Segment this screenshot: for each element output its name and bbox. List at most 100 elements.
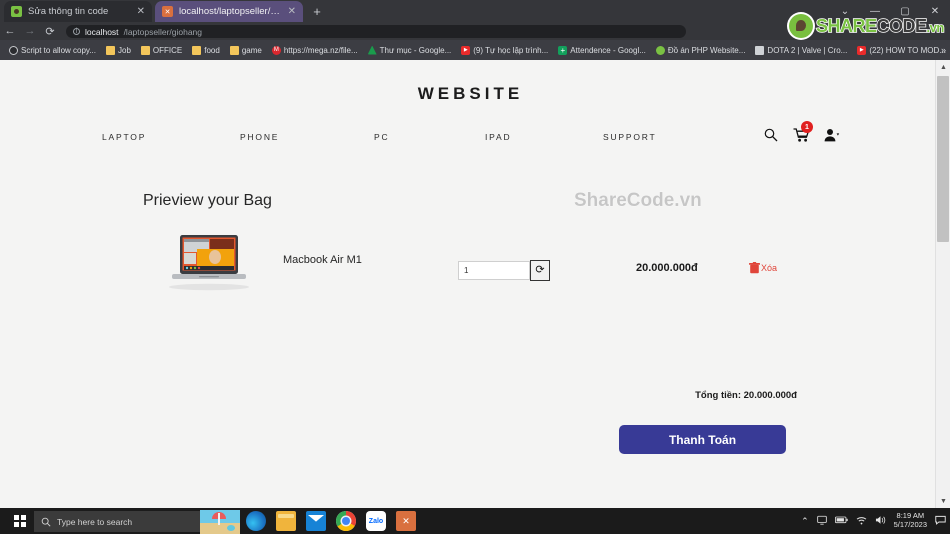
new-tab-button[interactable]: + [308,3,326,20]
page-scrollbar[interactable]: ▲ ▼ [935,60,950,508]
windows-start-icon[interactable] [4,508,36,534]
back-icon[interactable]: ← [0,25,20,37]
notifications-icon[interactable] [935,515,946,527]
windows-taskbar: Type here to search Zalo ✕ ⌃ 8:19 AM 5/1… [0,508,950,534]
volume-icon[interactable] [875,515,886,527]
bookmark-label: DOTA 2 | Valve | Cro... [767,45,848,55]
tab-title: localhost/laptopseller/giohang [179,6,282,17]
site-info-icon[interactable]: i [73,28,80,35]
browser-tab-1[interactable]: Sửa thông tin code ✕ [4,1,152,22]
taskbar-search-box[interactable]: Type here to search [34,511,208,532]
update-quantity-button[interactable]: ⟳ [530,260,550,281]
bookmark-item[interactable]: Attendence - Googl... [553,40,651,60]
xampp-icon[interactable]: ✕ [396,511,416,531]
taskbar-clock[interactable]: 8:19 AM 5/17/2023 [894,512,927,529]
bookmark-label: (9) Tự học lập trình... [473,45,549,55]
cart-item-row: Macbook Air M1 ⟳ 20.000.000đ Xóa [6,232,935,342]
address-bar[interactable]: i localhost/laptopseller/giohang [66,25,686,38]
bag-heading: Prieview your Bag [143,192,272,209]
zalo-icon[interactable]: Zalo [366,511,386,531]
sheets-icon [558,45,568,55]
browser-tab-2[interactable]: localhost/laptopseller/giohang ✕ [155,1,303,22]
bookmark-item[interactable]: game [225,40,267,60]
wifi-icon[interactable] [856,516,867,527]
folder-icon [229,45,239,55]
nav-item-support[interactable]: SUPPORT [603,132,657,142]
bookmark-item[interactable]: (9) Tự học lập trình... [456,40,553,60]
checkout-button[interactable]: Thanh Toán [619,425,786,454]
page-viewport: WEBSITE LAPTOP PHONE PC IPAD SUPPORT 1 S… [0,60,950,508]
nav-item-pc[interactable]: PC [374,132,389,142]
chrome-icon[interactable] [336,511,356,531]
quantity-input[interactable] [458,261,530,280]
bookmark-item[interactable]: food [187,40,225,60]
bookmark-label: Job [118,45,131,55]
scrollbar-thumb[interactable] [937,76,949,242]
bookmark-label: https://mega.nz/file... [283,45,358,55]
reload-icon[interactable]: ⟳ [40,25,60,38]
nav-item-ipad[interactable]: IPAD [485,132,511,142]
folder-icon [192,45,202,55]
logo-text-vn: .vn [926,19,945,36]
bookmark-label: game [241,45,262,55]
bookmark-label: OFFICE [152,45,183,55]
file-explorer-icon[interactable] [276,511,296,531]
sharecode-swirl-icon [789,14,813,38]
nav-item-phone[interactable]: PHONE [240,132,279,142]
quantity-control: ⟳ [458,260,550,281]
bookmark-item[interactable]: (22) HOW TO MOD... [852,40,950,60]
weather-widget[interactable] [200,510,240,534]
bookmark-label: Attendence - Googl... [570,45,646,55]
bookmark-item[interactable]: DOTA 2 | Valve | Cro... [750,40,852,60]
youtube-icon [857,45,867,55]
battery-icon[interactable] [834,516,848,526]
item-price: 20.000.000đ [636,262,698,274]
bookmark-item[interactable]: OFFICE [136,40,187,60]
folder-icon [140,45,150,55]
youtube-icon [461,45,471,55]
nav-item-laptop[interactable]: LAPTOP [102,132,146,142]
url-path: /laptopseller/giohang [123,26,203,37]
bookmark-item[interactable]: Đồ án PHP Website... [651,40,751,60]
trash-icon [749,262,760,274]
web-page: WEBSITE LAPTOP PHONE PC IPAD SUPPORT 1 S… [6,60,935,508]
bookmark-label: (22) HOW TO MOD... [869,45,946,55]
chevron-up-icon[interactable]: ⌃ [801,516,809,527]
bookmark-item[interactable]: https://mega.nz/file... [267,40,363,60]
logo-text-code: CODE [876,15,928,37]
product-image[interactable] [163,232,255,294]
bookmark-item[interactable]: Script to allow copy... [4,40,101,60]
forward-icon[interactable]: → [20,25,40,37]
taskbar-search-placeholder: Type here to search [57,516,133,527]
site-navigation: LAPTOP PHONE PC IPAD SUPPORT 1 [6,121,935,152]
edge-icon[interactable] [246,511,266,531]
bookmark-item[interactable]: Thư mục - Google... [363,40,457,60]
close-icon[interactable]: ✕ [137,6,145,17]
bookmark-item[interactable]: Job [101,40,136,60]
page-title: WEBSITE [417,84,524,103]
app-favicon [162,6,173,17]
user-icon[interactable] [823,127,840,143]
scroll-up-arrow[interactable]: ▲ [936,60,950,74]
scroll-down-arrow[interactable]: ▼ [936,494,950,508]
close-icon[interactable]: ✕ [288,6,296,17]
clock-date: 5/17/2023 [893,520,927,529]
search-icon[interactable] [763,127,779,143]
remove-item-button[interactable]: Xóa [749,262,777,274]
bookmark-label: Script to allow copy... [21,45,96,55]
umbrella-pole [218,513,220,525]
bookmarks-overflow-button[interactable]: » [941,45,946,55]
product-name: Macbook Air M1 [283,254,362,266]
mail-icon[interactable] [306,511,326,531]
remove-item-label: Xóa [761,263,778,273]
display-icon[interactable] [816,515,827,527]
bookmark-label: Thư mục - Google... [379,45,452,55]
cart-icon[interactable]: 1 [793,121,813,143]
folder-icon [106,45,115,55]
browser-chrome: Sửa thông tin code ✕ localhost/laptopsel… [0,0,950,60]
tab-title: Sửa thông tin code [28,6,109,17]
dota-icon [755,45,765,55]
cart-total: Tổng tiền: 20.000.000đ [695,390,797,401]
system-tray: ⌃ 8:19 AM 5/17/2023 [801,508,946,534]
cart-badge: 1 [801,121,813,133]
